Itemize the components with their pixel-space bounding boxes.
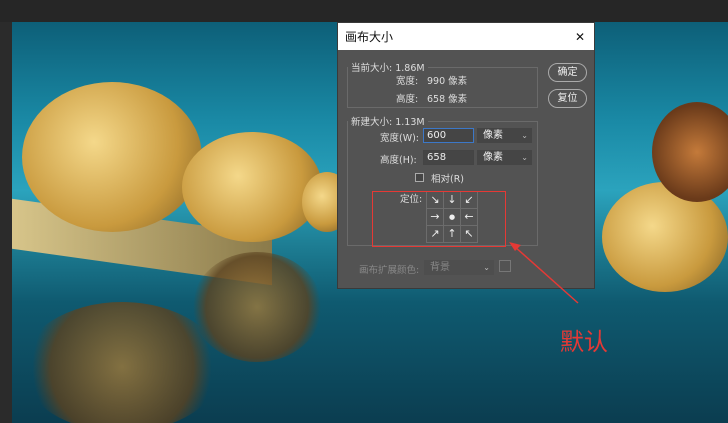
annotation-text: 默认: [560, 328, 608, 356]
annotation-arrow: [509, 242, 579, 304]
